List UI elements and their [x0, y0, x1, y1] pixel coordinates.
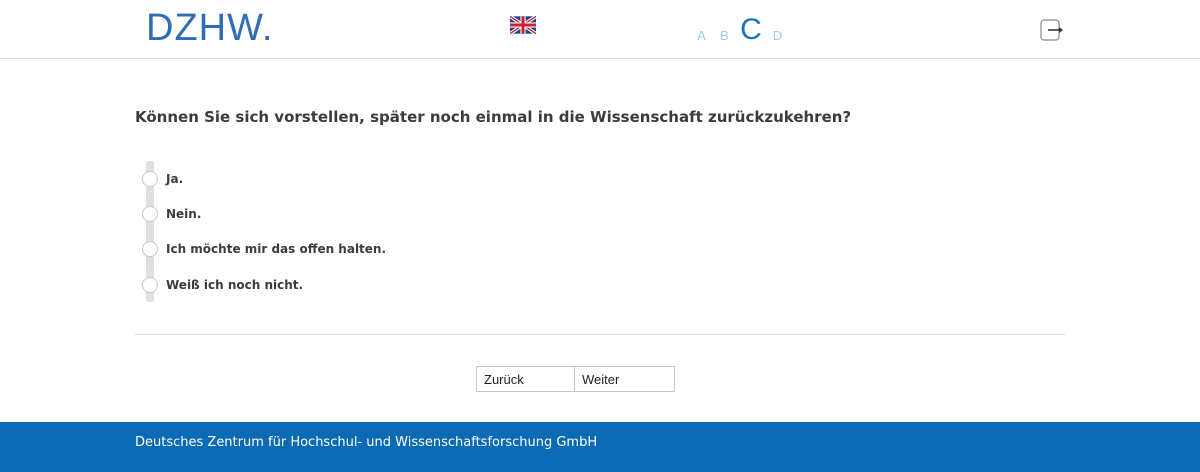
logo-text: DZHW	[146, 7, 262, 49]
option-weiss-nicht[interactable]: Weiß ich noch nicht.	[142, 276, 303, 294]
radio-button[interactable]	[142, 241, 158, 257]
radio-button[interactable]	[142, 206, 158, 222]
module-c-active: C	[740, 13, 762, 46]
option-nein[interactable]: Nein.	[142, 205, 201, 223]
dzhw-logo: DZHW.	[146, 8, 273, 48]
uk-flag-icon[interactable]	[510, 15, 536, 35]
radio-button[interactable]	[142, 277, 158, 293]
survey-page: DZHW. A B C D Können Sie sich vorstellen…	[0, 0, 1200, 472]
logo-dot: .	[261, 7, 274, 49]
back-button[interactable]: Zurück	[476, 366, 575, 392]
module-d: D	[772, 28, 783, 43]
module-indicator: A B C D	[690, 10, 789, 46]
footer: Deutsches Zentrum für Hochschul- und Wis…	[0, 422, 1200, 472]
option-ja[interactable]: Ja.	[142, 170, 183, 188]
option-offen-halten[interactable]: Ich möchte mir das offen halten.	[142, 240, 386, 258]
module-a: A	[697, 28, 706, 43]
header: DZHW. A B C D	[0, 0, 1200, 59]
option-label[interactable]: Nein.	[166, 207, 201, 221]
module-b: B	[720, 28, 729, 43]
next-button[interactable]: Weiter	[575, 366, 675, 392]
option-label[interactable]: Ja.	[166, 172, 183, 186]
divider	[135, 334, 1065, 335]
option-label[interactable]: Weiß ich noch nicht.	[166, 278, 303, 292]
question-text: Können Sie sich vorstellen, später noch …	[135, 108, 852, 126]
logout-icon[interactable]	[1040, 19, 1064, 41]
radio-button[interactable]	[142, 171, 158, 187]
footer-text: Deutsches Zentrum für Hochschul- und Wis…	[135, 435, 598, 450]
navigation-buttons: Zurück Weiter	[476, 366, 675, 392]
option-label[interactable]: Ich möchte mir das offen halten.	[166, 242, 386, 256]
